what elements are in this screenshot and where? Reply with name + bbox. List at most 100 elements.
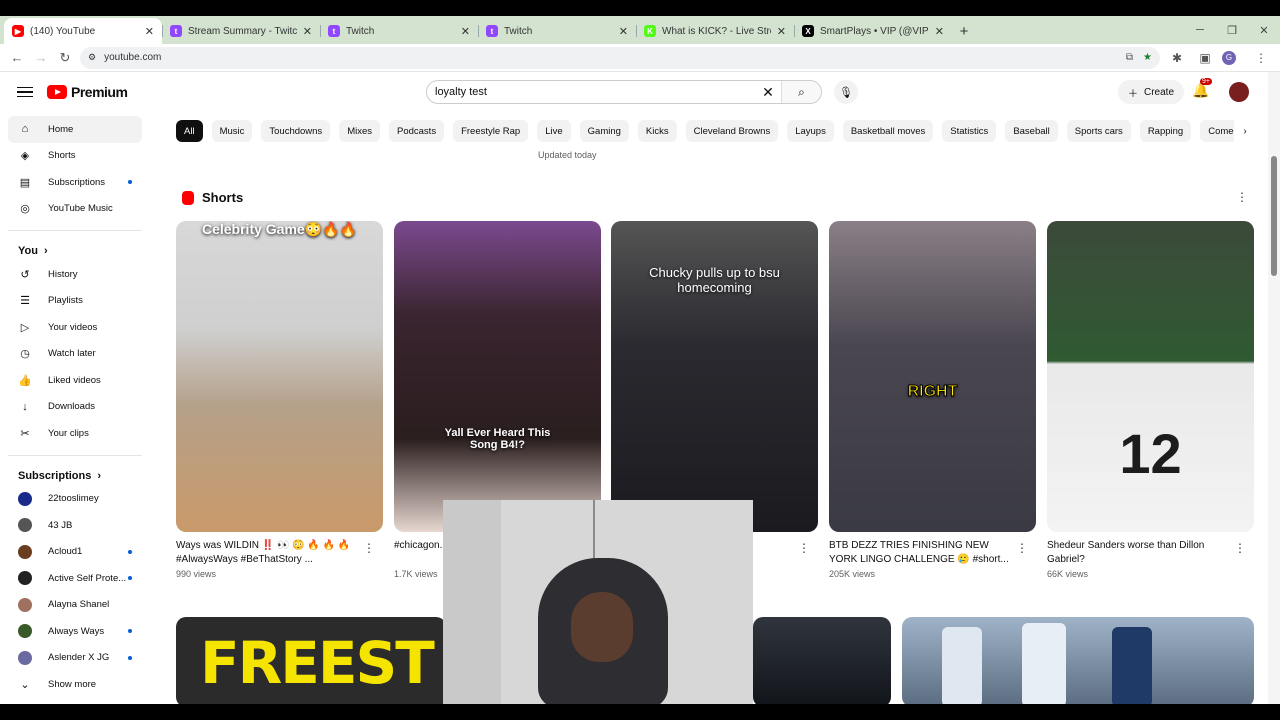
tab-title: Twitch	[504, 25, 533, 37]
sidebar-subscriptions-heading[interactable]: Subscriptions ›	[0, 464, 150, 486]
short-title[interactable]: Shedeur Sanders worse than Dillon Gabrie…	[1047, 539, 1254, 567]
forward-icon[interactable]: →	[32, 50, 50, 65]
sidebar-item-history[interactable]: ↺ History	[8, 261, 142, 288]
filter-chip[interactable]: Baseball	[1005, 120, 1058, 142]
sidebar-you-heading[interactable]: You ›	[0, 239, 150, 261]
close-tab-icon[interactable]: ✕	[935, 25, 944, 38]
short-thumbnail[interactable]: RIGHT	[829, 221, 1036, 532]
close-tab-icon[interactable]: ✕	[619, 25, 628, 38]
site-info-icon[interactable]: ⚙	[88, 52, 96, 63]
maximize-icon[interactable]: ❐	[1216, 24, 1248, 37]
short-title[interactable]: Ways was WILDIN ‼️ 👀 😳 🔥 🔥 🔥 #AlwaysWays…	[176, 539, 383, 567]
address-bar[interactable]: ⚙ youtube.com ⧉ ★	[80, 46, 1160, 69]
browser-tab[interactable]: t Stream Summary - Twitch ✕	[162, 18, 320, 44]
more-options-icon[interactable]: ⋮	[363, 541, 375, 555]
subscription-channel[interactable]: Acloud1	[8, 539, 142, 566]
shorts-more-icon[interactable]: ⋮	[1236, 190, 1248, 204]
close-tab-icon[interactable]: ✕	[777, 25, 786, 38]
subscription-channel[interactable]: Active Self Prote...	[8, 565, 142, 592]
short-thumbnail[interactable]: Yall Ever Heard This Song B4!?	[394, 221, 601, 532]
profile-avatar[interactable]: G	[1222, 50, 1244, 65]
more-options-icon[interactable]: ⋮	[798, 541, 810, 555]
search-icon[interactable]: ⌕	[781, 81, 821, 103]
short-title[interactable]: BTB DEZZ TRIES FINISHING NEW YORK LINGO …	[829, 539, 1036, 567]
search-input[interactable]: loyalty test	[427, 86, 755, 98]
subscription-channel[interactable]: Aslender X JG	[8, 645, 142, 672]
filter-chip[interactable]: Rapping	[1139, 120, 1192, 142]
video-thumbnail[interactable]: FREEST	[176, 617, 446, 704]
browser-tab[interactable]: K What is KICK? - Live Stream & V ✕	[636, 18, 794, 44]
filter-chip[interactable]: All	[176, 120, 203, 142]
sidebar-item-subscriptions[interactable]: ▤ Subscriptions	[8, 169, 142, 196]
sidebar-item-liked-videos[interactable]: 👍 Liked videos	[8, 367, 142, 394]
short-card[interactable]: Celebrity Game😳🔥🔥 Ways was WILDIN ‼️ 👀 😳…	[176, 221, 383, 579]
search-box[interactable]: loyalty test ✕ ⌕	[426, 80, 822, 104]
more-options-icon[interactable]: ⋮	[1234, 541, 1246, 555]
filter-chip[interactable]: Gaming	[579, 120, 629, 142]
microphone-icon[interactable]: 🎙	[834, 80, 858, 104]
subscriptions-heading-label: Subscriptions	[18, 469, 92, 482]
youtube-logo[interactable]: Premium	[47, 84, 128, 100]
channel-avatar	[18, 544, 32, 559]
sidebar-icon[interactable]: ▣	[1194, 51, 1216, 65]
sidebar-item-youtube-music[interactable]: ◎ YouTube Music	[8, 196, 142, 223]
short-card[interactable]: 12 Shedeur Sanders worse than Dillon Gab…	[1047, 221, 1254, 579]
filter-chip[interactable]: Kicks	[637, 120, 677, 142]
notifications-icon[interactable]: 🔔 9+	[1192, 78, 1212, 99]
show-more-button[interactable]: ⌄ Show more	[8, 671, 142, 698]
account-avatar[interactable]	[1229, 82, 1249, 102]
subscription-channel[interactable]: 43 JB	[8, 512, 142, 539]
filter-chip[interactable]: Basketball moves	[842, 120, 934, 142]
install-icon[interactable]: ⧉	[1126, 52, 1133, 63]
close-tab-icon[interactable]: ✕	[145, 25, 154, 38]
channel-avatar	[18, 571, 32, 586]
close-window-icon[interactable]: ✕	[1248, 24, 1280, 37]
filter-chip[interactable]: Mixes	[339, 120, 380, 142]
sidebar-item-watch-later[interactable]: ◷ Watch later	[8, 341, 142, 368]
bookmark-star-icon[interactable]: ★	[1143, 52, 1152, 63]
new-tab-button[interactable]: +	[952, 18, 976, 44]
browser-tab[interactable]: t Twitch ✕	[478, 18, 636, 44]
minimize-icon[interactable]: ─	[1184, 24, 1216, 36]
filter-chip[interactable]: Live	[537, 120, 571, 142]
back-icon[interactable]: ←	[8, 50, 26, 65]
sidebar-item-your-clips[interactable]: ✂ Your clips	[8, 420, 142, 447]
short-card[interactable]: RIGHT BTB DEZZ TRIES FINISHING NEW YORK …	[829, 221, 1036, 579]
extensions-icon[interactable]: ✱	[1166, 51, 1188, 65]
browser-menu-icon[interactable]: ⋮	[1250, 51, 1272, 65]
filter-chip[interactable]: Podcasts	[389, 120, 445, 142]
filter-chip[interactable]: Sports cars	[1066, 120, 1131, 142]
chevron-right-icon[interactable]: ›	[1234, 120, 1256, 142]
sidebar-item-downloads[interactable]: ↓ Downloads	[8, 394, 142, 421]
close-tab-icon[interactable]: ✕	[303, 25, 312, 38]
browser-tab[interactable]: X SmartPlays • VIP (@VIPsmartpl ✕	[794, 18, 952, 44]
more-options-icon[interactable]: ⋮	[1016, 541, 1028, 555]
menu-icon[interactable]	[17, 84, 33, 101]
sidebar-item-shorts[interactable]: ◈ Shorts	[8, 143, 142, 170]
short-thumbnail[interactable]: Celebrity Game😳🔥🔥	[176, 221, 383, 532]
filter-chip[interactable]: Touchdowns	[261, 120, 331, 142]
clear-search-icon[interactable]: ✕	[755, 84, 781, 101]
short-thumbnail[interactable]: 12	[1047, 221, 1254, 532]
sidebar-item-home[interactable]: ⌂ Home	[8, 116, 142, 143]
reload-icon[interactable]: ↻	[56, 50, 74, 66]
subscription-channel[interactable]: 22tooslimey	[8, 486, 142, 513]
video-thumbnail[interactable]	[902, 617, 1254, 704]
page-scrollbar[interactable]	[1268, 72, 1280, 704]
filter-chip[interactable]: Freestyle Rap	[453, 120, 529, 142]
create-button[interactable]: ＋ Create	[1118, 80, 1185, 104]
browser-tab[interactable]: ▶ (140) YouTube ✕	[4, 18, 162, 44]
short-thumbnail[interactable]: Chucky pulls up to bsu homecoming	[611, 221, 818, 532]
youtube-play-icon	[47, 85, 67, 99]
video-thumbnail[interactable]	[753, 617, 891, 704]
subscription-channel[interactable]: Alayna Shanel	[8, 592, 142, 619]
filter-chip[interactable]: Cleveland Browns	[685, 120, 779, 142]
filter-chip[interactable]: Statistics	[942, 120, 997, 142]
close-tab-icon[interactable]: ✕	[461, 25, 470, 38]
filter-chip[interactable]: Layups	[787, 120, 834, 142]
sidebar-item-your-videos[interactable]: ▷ Your videos	[8, 314, 142, 341]
sidebar-item-playlists[interactable]: ☰ Playlists	[8, 288, 142, 315]
filter-chip[interactable]: Music	[211, 120, 253, 142]
browser-tab[interactable]: t Twitch ✕	[320, 18, 478, 44]
subscription-channel[interactable]: Always Ways	[8, 618, 142, 645]
